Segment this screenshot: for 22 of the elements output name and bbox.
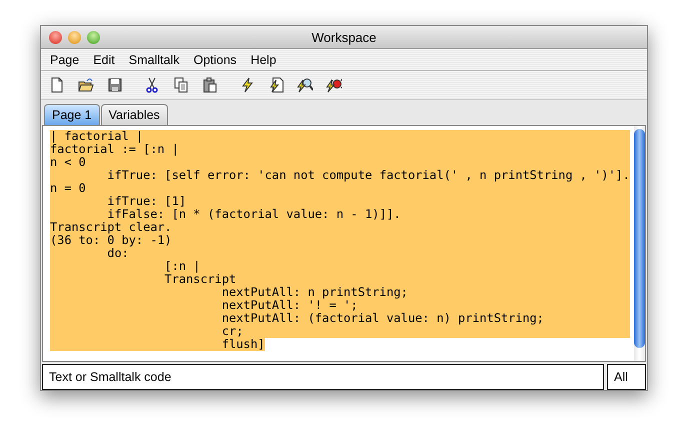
lightning-page-icon[interactable] [268,77,284,93]
window-title: Workspace [312,30,376,44]
menu-item[interactable]: Edit [86,52,122,66]
lightning-magnifier-icon[interactable] [297,77,313,93]
folder-icon[interactable] [78,77,94,93]
tab[interactable]: Page 1 [44,104,100,125]
copy-icon[interactable] [173,77,189,93]
lightning-bug-icon[interactable] [326,77,342,93]
all-button[interactable]: All [607,364,646,390]
scrollbar[interactable] [634,126,645,361]
code-editor[interactable] [42,125,646,362]
close-button[interactable] [49,30,62,44]
menu-item[interactable]: Smalltalk [122,52,186,66]
menu-item[interactable]: Help [244,52,284,66]
input-field[interactable]: Text or Smalltalk code [42,364,604,390]
document-icon[interactable] [49,77,65,93]
menu-item[interactable]: Options [186,52,244,66]
menu-item[interactable]: Page [43,52,86,66]
clipboard-icon[interactable] [202,77,218,93]
scissors-icon[interactable] [144,77,160,93]
lightning-icon[interactable] [239,77,255,93]
tab[interactable]: Variables [100,104,168,125]
